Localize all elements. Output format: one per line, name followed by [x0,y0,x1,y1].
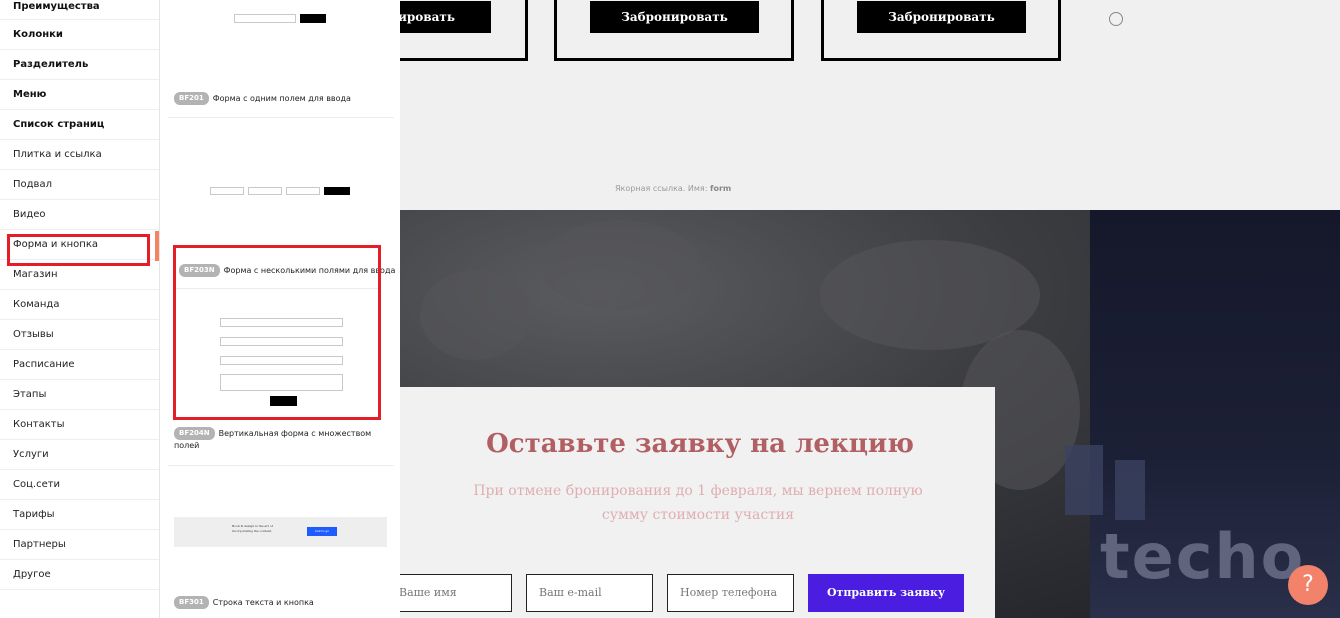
editor-root: Преимущества Колонки Разделитель Меню Сп… [0,0,1340,618]
thumb-text: Book & design is the art of incorporatin… [232,524,273,533]
anchor-prefix: Якорная ссылка. Имя: [615,184,708,193]
category-item-schedule[interactable]: Расписание [0,350,159,380]
block-label-bf204: BF204N Вертикальная форма с множеством по… [174,427,384,451]
photo-shape [540,220,700,310]
block-code-badge: BF301 [174,596,209,609]
book-button[interactable]: Забронировать [857,1,1026,33]
pricing-card: Забронировать [821,0,1061,61]
category-item-other[interactable]: Другое [0,560,159,590]
category-item-stages[interactable]: Этапы [0,380,159,410]
name-input[interactable]: Ваше имя [400,574,512,612]
phone-input[interactable]: Номер телефона [667,574,794,612]
active-category-indicator [155,231,159,261]
category-item-social[interactable]: Соц.сети [0,470,159,500]
category-item-services[interactable]: Услуги [0,440,159,470]
email-input[interactable]: Ваш e-mail [526,574,653,612]
category-item-contacts[interactable]: Контакты [0,410,159,440]
category-item-pricing[interactable]: Тарифы [0,500,159,530]
anchor-name: form [709,184,732,193]
book-button[interactable]: нировать [400,1,491,33]
thumb-input [286,187,320,195]
block-title: Строка текста и кнопка [212,598,314,607]
block-library-panel[interactable]: BF201 Форма с одним полем для ввода BF203… [160,0,400,618]
category-item-tile-link[interactable]: Плитка и ссылка [0,140,159,170]
thumb-button [324,187,350,195]
pricing-card: нировать [400,0,528,61]
book-button[interactable]: Забронировать [590,1,759,33]
form-subtitle: При отмене бронирования до 1 февраля, мы… [473,483,923,523]
radio-button[interactable] [1109,12,1123,26]
thumb-input [248,187,282,195]
pricing-card: Забронировать [554,0,794,61]
category-item-team[interactable]: Команда [0,290,159,320]
thumb-button: Call to go [307,527,337,536]
page-canvas[interactable]: нировать Забронировать Забронировать Яко… [400,0,1340,618]
category-item-reviews[interactable]: Отзывы [0,320,159,350]
block-title: Форма с одним полем для ввода [212,94,351,103]
thumb-button [300,14,326,23]
divider [168,117,394,118]
photo-shape [1115,460,1145,520]
category-item-divider[interactable]: Разделитель [0,50,159,80]
category-item-partners[interactable]: Партнеры [0,530,159,560]
block-code-badge: BF204N [174,427,215,440]
category-item-columns[interactable]: Колонки [0,20,159,50]
annotation-highlight-block [173,245,381,420]
photo-shape [420,270,530,360]
lecture-form-card: Оставьте заявку на лекцию При отмене бро… [400,387,995,618]
category-sidebar: Преимущества Колонки Разделитель Меню Сп… [0,0,160,618]
category-item-menu[interactable]: Меню [0,80,159,110]
category-item-video[interactable]: Видео [0,200,159,230]
photo-stage-text: techo [1100,520,1306,593]
block-code-badge: BF201 [174,92,209,105]
thumb-input [210,187,244,195]
block-label-bf301: BF301 Строка текста и кнопка [174,596,314,609]
category-item-page-list[interactable]: Список страниц [0,110,159,140]
submit-button[interactable]: Отправить заявку [808,574,964,612]
block-label-bf201: BF201 Форма с одним полем для ввода [174,92,351,105]
help-button[interactable]: ? [1288,565,1328,605]
anchor-link-label: Якорная ссылка. Имя: form [615,184,731,193]
thumb-input [234,14,296,23]
category-item-advantages[interactable]: Преимущества [0,0,159,20]
category-item-footer[interactable]: Подвал [0,170,159,200]
annotation-highlight-category [7,234,150,266]
divider [168,465,394,466]
form-title: Оставьте заявку на лекцию [486,429,914,459]
